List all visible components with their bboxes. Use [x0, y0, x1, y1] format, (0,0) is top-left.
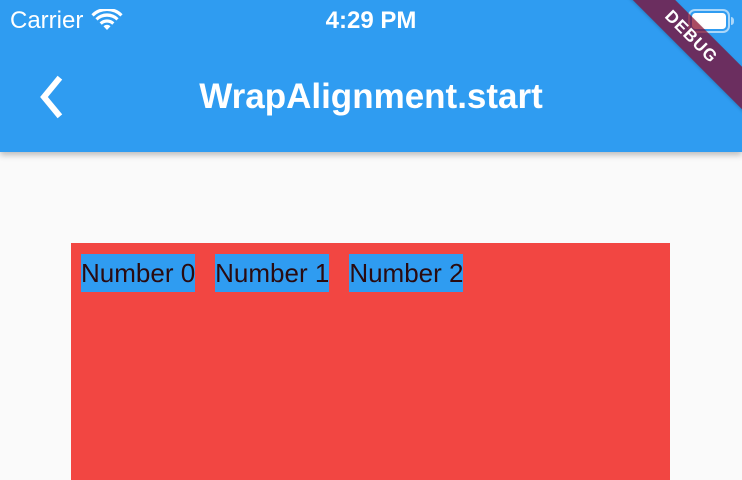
status-bar: Carrier 4:29 PM — [0, 0, 742, 42]
wrap-item-number-0: Number 0 — [81, 254, 196, 292]
app-screen: Carrier 4:29 PM WrapAlignment.start DEBU… — [0, 0, 742, 480]
wrap-container: Number 0 Number 1 Number 2 — [71, 243, 670, 480]
wrap-item-number-2: Number 2 — [349, 254, 464, 292]
app-bar: Carrier 4:29 PM WrapAlignment.start — [0, 0, 742, 152]
toolbar: WrapAlignment.start — [0, 42, 742, 152]
wrap-item-number-1: Number 1 — [215, 254, 330, 292]
page-title: WrapAlignment.start — [199, 77, 543, 116]
chevron-left-icon — [40, 75, 63, 119]
back-button[interactable] — [28, 72, 78, 122]
status-time: 4:29 PM — [325, 7, 417, 34]
